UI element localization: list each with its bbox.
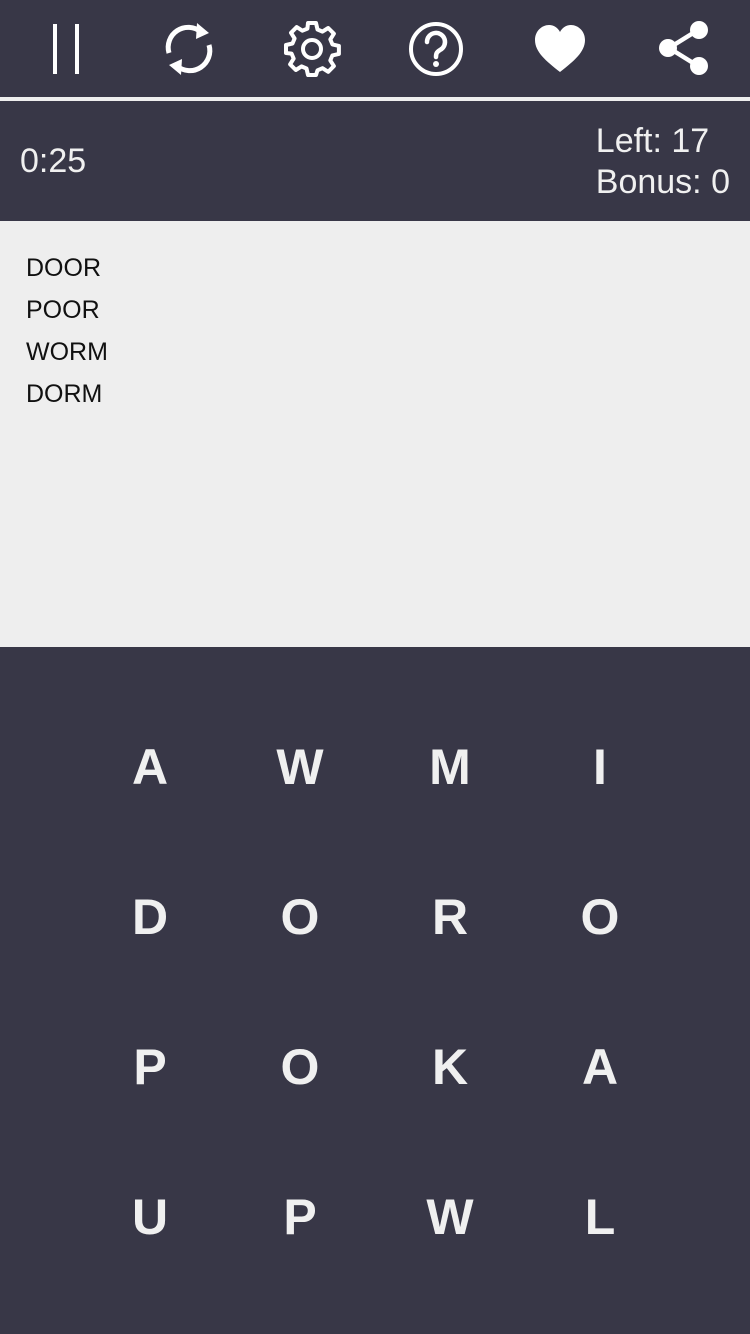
letter-tile[interactable]: A [540, 1007, 660, 1127]
letter-tile[interactable]: W [390, 1157, 510, 1277]
help-button[interactable] [404, 17, 468, 81]
found-word: WORM [26, 338, 108, 366]
timer: 0:25 [20, 142, 87, 180]
letter-tile[interactable]: O [240, 1007, 360, 1127]
letter-tile[interactable]: P [90, 1007, 210, 1127]
letter-tile[interactable]: M [390, 707, 510, 827]
letter-tile[interactable]: U [90, 1157, 210, 1277]
restart-button[interactable] [157, 17, 221, 81]
bonus-count: Bonus: 0 [595, 163, 730, 201]
settings-button[interactable] [280, 17, 344, 81]
help-icon [409, 22, 463, 76]
found-word: DORM [26, 380, 103, 408]
found-words-list: DOOR POOR WORM DORM [0, 221, 750, 647]
pause-button[interactable] [34, 17, 98, 81]
words-left-count: Left: 17 [595, 122, 710, 160]
letter-tile[interactable]: W [240, 707, 360, 827]
letter-tile[interactable]: I [540, 707, 660, 827]
letter-tile[interactable]: R [390, 857, 510, 977]
score-panel: Left: 17 Bonus: 0 [596, 121, 730, 203]
letter-tile[interactable]: L [540, 1157, 660, 1277]
heart-icon [535, 25, 585, 72]
status-bar: 0:25 Left: 17 Bonus: 0 [0, 101, 750, 221]
found-word: DOOR [26, 254, 101, 282]
favorite-button[interactable] [528, 17, 592, 81]
letter-tile[interactable]: O [540, 857, 660, 977]
found-word: POOR [26, 296, 100, 324]
letter-tile[interactable]: A [90, 707, 210, 827]
pause-icon [53, 24, 79, 74]
letter-board: A W M I D O R O P O K A U P W L [0, 647, 750, 1334]
share-button[interactable] [652, 17, 716, 81]
letter-tile[interactable]: P [240, 1157, 360, 1277]
letter-tile[interactable]: K [390, 1007, 510, 1127]
letter-tile[interactable]: D [90, 857, 210, 977]
gear-icon [284, 21, 341, 77]
share-icon [659, 21, 708, 75]
restart-icon [165, 23, 213, 75]
letter-tile[interactable]: O [240, 857, 360, 977]
toolbar [0, 0, 750, 97]
